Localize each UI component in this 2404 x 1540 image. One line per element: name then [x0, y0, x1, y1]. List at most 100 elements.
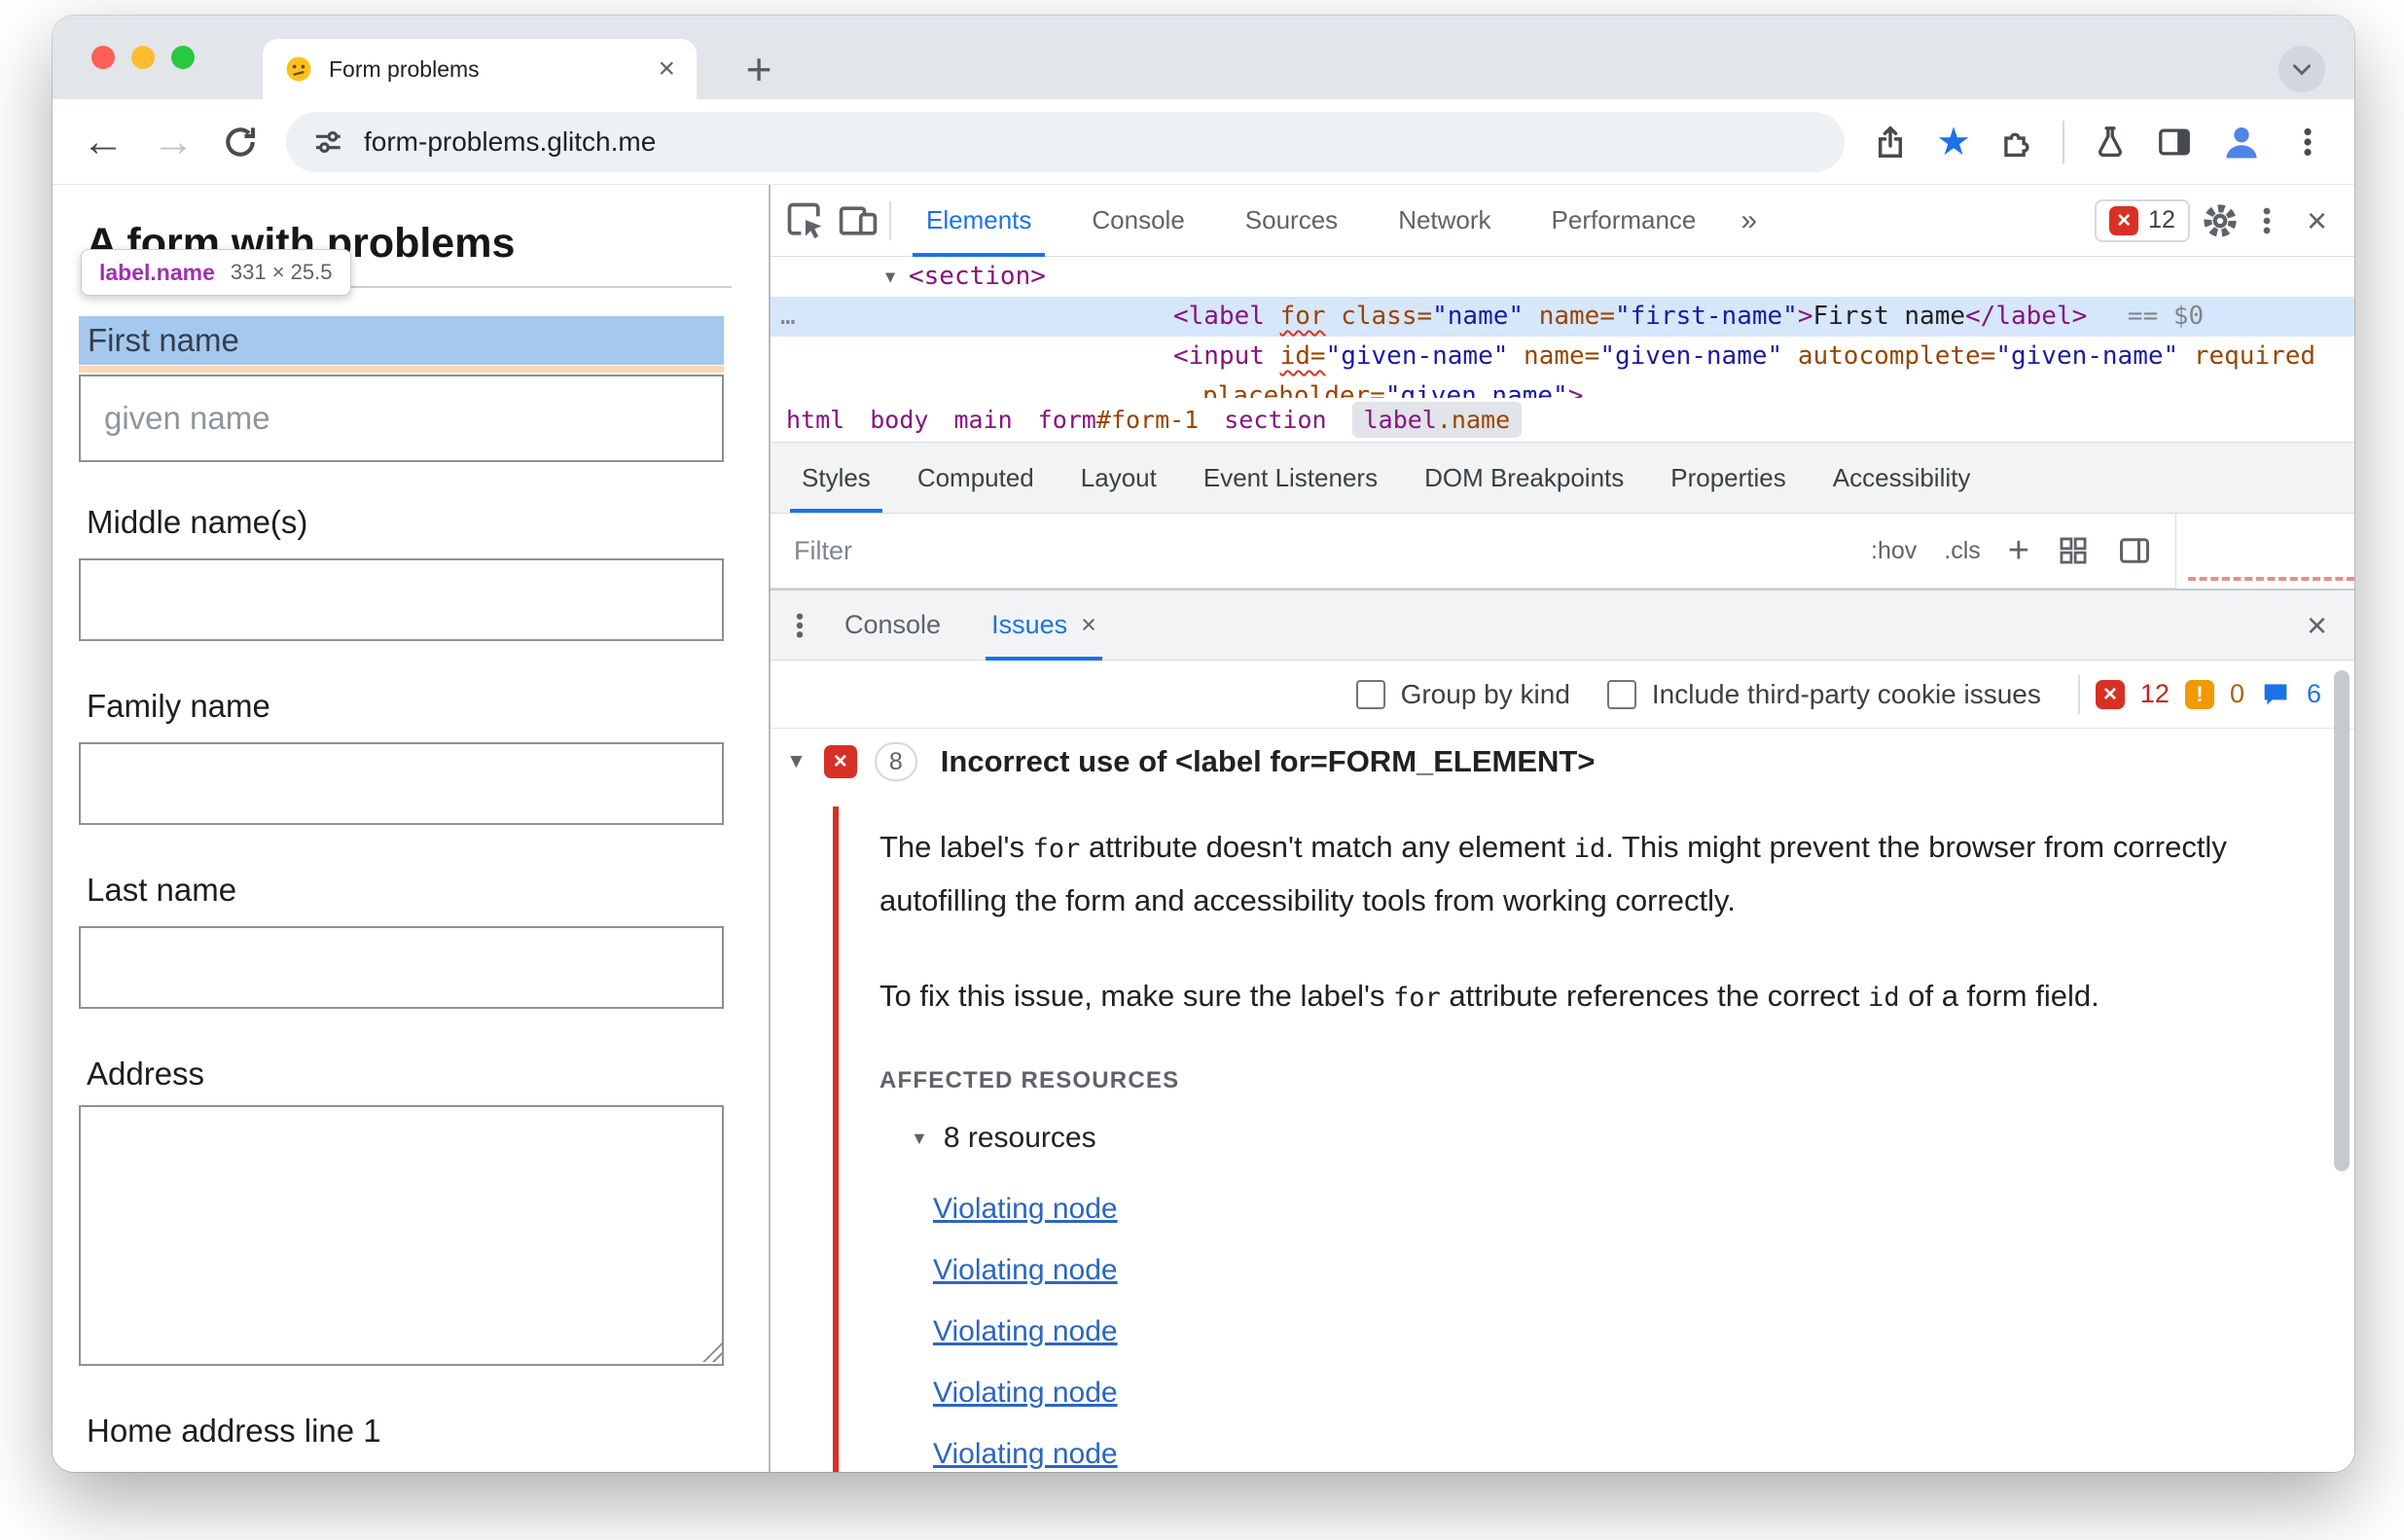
inspect-element-icon[interactable]: [784, 199, 827, 242]
crumb-label-name[interactable]: label.name: [1351, 402, 1523, 438]
devtools-menu-icon[interactable]: [2250, 204, 2283, 237]
site-settings-icon[interactable]: [311, 125, 344, 159]
drawer: Console Issues × × Group by kind Include…: [771, 589, 2354, 1472]
highlighted-first-name-label: First name: [79, 316, 724, 365]
tree-line-label-selected[interactable]: … <label for class="name" name="first-na…: [771, 297, 2354, 337]
crumb-section[interactable]: section: [1224, 406, 1326, 434]
violating-node-link[interactable]: Violating node: [933, 1377, 1118, 1410]
profile-avatar[interactable]: [2220, 121, 2263, 163]
fullscreen-window-button[interactable]: [171, 46, 195, 69]
group-by-kind-checkbox[interactable]: [1355, 679, 1385, 709]
more-tabs-icon[interactable]: »: [1731, 204, 1767, 237]
crumb-body[interactable]: body: [870, 406, 928, 434]
issue-fix-hint: To fix this issue, make sure the label's…: [879, 979, 2099, 1013]
middle-name-input[interactable]: [79, 558, 724, 641]
tab-event-listeners[interactable]: Event Listeners: [1180, 443, 1401, 513]
styles-filter-input[interactable]: [794, 535, 1845, 566]
expand-triangle-icon[interactable]: ▼: [885, 258, 909, 298]
bookmark-star-icon[interactable]: ★: [1936, 123, 1971, 161]
chrome-labs-flask-icon[interactable]: [2092, 124, 2129, 161]
dock-panel-icon[interactable]: [2117, 533, 2152, 568]
crumb-form[interactable]: form#form-1: [1038, 406, 1200, 434]
device-toolbar-icon[interactable]: [837, 199, 879, 242]
tree-line-section[interactable]: ▼ <section>: [771, 257, 2354, 297]
third-party-checkbox[interactable]: [1606, 679, 1636, 709]
warning-count: 0: [2229, 679, 2244, 708]
tab-favicon-confused-face-icon: [286, 56, 311, 82]
tab-dom-breakpoints[interactable]: DOM Breakpoints: [1401, 443, 1647, 513]
browser-tab[interactable]: Form problems ×: [263, 39, 697, 99]
tree-line-input[interactable]: <input id="given-name" name="given-name"…: [771, 337, 2354, 376]
traffic-lights: [91, 16, 195, 99]
browser-menu-icon[interactable]: [2290, 125, 2325, 160]
url-text: form-problems.glitch.me: [364, 125, 657, 157]
violating-node-link[interactable]: Violating node: [933, 1193, 1118, 1226]
class-toggle[interactable]: .cls: [1944, 537, 1981, 565]
devtools-close-icon[interactable]: ×: [2293, 202, 2341, 238]
crumb-main[interactable]: main: [953, 406, 1012, 434]
browser-window: Form problems × + ← → form-problems.glit…: [53, 16, 2354, 1472]
family-name-input[interactable]: [79, 742, 724, 825]
tab-styles[interactable]: Styles: [778, 443, 894, 513]
drawer-tab-issues[interactable]: Issues ×: [970, 591, 1118, 661]
resources-triangle-icon[interactable]: ▼: [911, 1128, 928, 1149]
violating-node-link[interactable]: Violating node: [933, 1438, 1118, 1471]
elements-tree: ▼ <section> … <label for class="name" nam…: [771, 257, 2354, 398]
reload-button[interactable]: [222, 124, 259, 161]
forward-button[interactable]: →: [152, 120, 195, 163]
browser-toolbar: ← → form-problems.glitch.me ★: [53, 99, 2354, 185]
new-tab-button[interactable]: +: [734, 39, 784, 99]
extensions-puzzle-icon[interactable]: [1998, 124, 2035, 161]
issues-error-badge[interactable]: × 12: [2095, 198, 2190, 242]
collapse-triangle-icon[interactable]: ▼: [786, 750, 807, 773]
first-name-input[interactable]: [79, 375, 724, 462]
titlebar: Form problems × +: [53, 16, 2354, 99]
warning-filter-icon[interactable]: !: [2184, 679, 2214, 709]
hover-state-toggle[interactable]: :hov: [1871, 537, 1917, 565]
issues-tab-close-icon[interactable]: ×: [1081, 610, 1096, 640]
tab-console[interactable]: Console: [1066, 185, 1209, 257]
new-style-rule-icon[interactable]: +: [2008, 532, 2029, 569]
third-party-label: Include third-party cookie issues: [1651, 678, 2041, 709]
tab-sources[interactable]: Sources: [1220, 185, 1363, 257]
drawer-scrollbar[interactable]: [2334, 670, 2350, 1171]
crumb-html[interactable]: html: [786, 406, 844, 434]
issue-header[interactable]: ▼ × 8 Incorrect use of <label for=FORM_E…: [786, 742, 1595, 781]
tab-performance[interactable]: Performance: [1526, 185, 1722, 257]
address-textarea[interactable]: [79, 1105, 724, 1366]
tab-accessibility[interactable]: Accessibility: [1810, 443, 1994, 513]
inspect-tooltip: label.name 331 × 25.5: [81, 249, 351, 296]
drawer-menu-icon[interactable]: [784, 610, 815, 641]
share-icon[interactable]: [1872, 124, 1909, 161]
close-window-button[interactable]: [91, 46, 115, 69]
last-name-input[interactable]: [79, 926, 724, 1009]
settings-gear-icon[interactable]: [2200, 200, 2241, 241]
side-panel-icon[interactable]: [2156, 124, 2193, 161]
violating-node-link[interactable]: Violating node: [933, 1254, 1118, 1287]
tab-close-icon[interactable]: ×: [658, 54, 675, 84]
minimize-window-button[interactable]: [131, 46, 155, 69]
issue-severity-rule: [833, 806, 839, 1472]
tab-computed[interactable]: Computed: [894, 443, 1058, 513]
tab-elements[interactable]: Elements: [901, 185, 1057, 257]
tab-search-chevron-icon[interactable]: [2278, 46, 2325, 92]
violating-node-link[interactable]: Violating node: [933, 1315, 1118, 1348]
resources-toggle[interactable]: ▼ 8 resources: [911, 1122, 1096, 1155]
tab-layout[interactable]: Layout: [1058, 443, 1180, 513]
tabbar-divider: [889, 200, 891, 240]
rendering-grid-icon[interactable]: [2057, 534, 2090, 567]
message-filter-icon[interactable]: [2260, 679, 2291, 710]
address-bar[interactable]: form-problems.glitch.me: [286, 111, 1846, 172]
line-options-ellipsis-icon[interactable]: …: [780, 297, 796, 337]
back-button[interactable]: ←: [82, 120, 125, 163]
tab-network[interactable]: Network: [1373, 185, 1516, 257]
drawer-close-icon[interactable]: ×: [2293, 607, 2341, 643]
group-by-kind-label: Group by kind: [1400, 678, 1570, 709]
tab-properties[interactable]: Properties: [1647, 443, 1810, 513]
issues-toolbar: Group by kind Include third-party cookie…: [771, 661, 2354, 729]
tree-line-placeholder[interactable]: placeholder="given name">: [771, 376, 2354, 398]
issue-description: The label's for attribute doesn't match …: [879, 830, 2227, 917]
drawer-tab-console[interactable]: Console: [823, 591, 962, 661]
error-badge-count: 12: [2148, 206, 2175, 233]
error-filter-icon[interactable]: ×: [2095, 679, 2125, 709]
